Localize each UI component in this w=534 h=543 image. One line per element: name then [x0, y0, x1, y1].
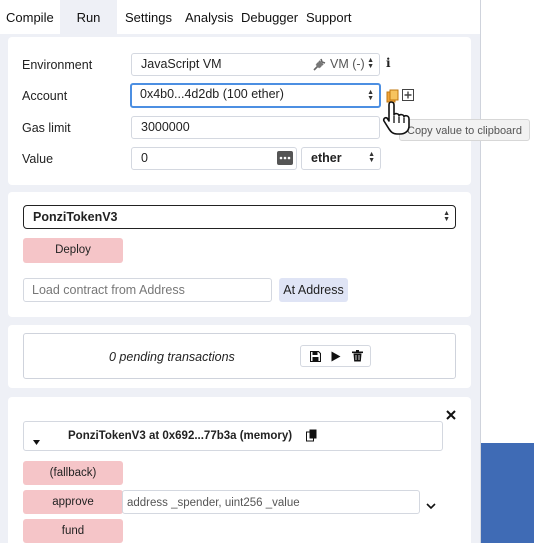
transactions-card: 0 pending transactions — [8, 325, 471, 388]
environment-label: Environment — [22, 58, 93, 72]
select-arrows-icon: ▲ ▼ — [367, 89, 374, 102]
select-arrows-icon: ▲ ▼ — [367, 57, 374, 70]
save-icon[interactable] — [309, 350, 322, 365]
fund-button[interactable]: fund — [23, 519, 123, 543]
gas-limit-label: Gas limit — [22, 121, 71, 135]
tab-support[interactable]: Support — [306, 0, 352, 34]
pending-transactions-text: 0 pending transactions — [109, 350, 235, 364]
select-arrows-icon: ▲ ▼ — [368, 151, 375, 164]
close-icon[interactable] — [446, 409, 456, 423]
gas-limit-input[interactable]: 3000000 — [131, 116, 380, 139]
load-address-input[interactable]: Load contract from Address — [23, 278, 272, 302]
dots-icon[interactable] — [277, 151, 293, 172]
approve-params-input[interactable]: address _spender, uint256 _value — [122, 490, 420, 514]
tab-debugger[interactable]: Debugger — [241, 0, 298, 34]
environment-select[interactable]: JavaScript VM VM (-) ▲ ▼ — [131, 53, 380, 76]
select-arrows-icon: ▲ ▼ — [443, 210, 450, 223]
tab-compile[interactable]: Compile — [0, 0, 60, 34]
approve-params-placeholder: address _spender, uint256 _value — [127, 497, 300, 509]
value-value: 0 — [141, 151, 148, 165]
contract-select[interactable]: PonziTokenV3 ▲ ▼ — [23, 205, 456, 229]
fallback-button[interactable]: (fallback) — [23, 461, 123, 485]
account-label: Account — [22, 89, 68, 103]
environment-value: JavaScript VM — [141, 57, 222, 71]
info-icon[interactable]: i — [386, 56, 391, 70]
tab-bar: Compile Run Settings Analysis Debugger S… — [0, 0, 480, 34]
chevron-down-icon[interactable] — [426, 499, 436, 513]
transaction-actions — [300, 345, 371, 367]
value-label: Value — [22, 152, 54, 166]
play-icon[interactable] — [331, 351, 341, 365]
copy-icon[interactable] — [306, 429, 318, 445]
plug-icon — [312, 58, 326, 79]
load-address-placeholder: Load contract from Address — [32, 283, 185, 297]
value-unit: ether — [311, 151, 342, 165]
tab-analysis[interactable]: Analysis — [185, 0, 233, 34]
account-value: 0x4b0...4d2db (100 ether) — [140, 87, 284, 101]
background-window — [480, 0, 534, 543]
desktop-background — [481, 443, 534, 543]
value-input[interactable]: 0 — [131, 147, 297, 170]
copy-tooltip: Copy value to clipboard — [399, 119, 530, 141]
value-unit-select[interactable]: ether ▲ ▼ — [301, 147, 381, 170]
contract-selected: PonziTokenV3 — [33, 210, 118, 224]
instance-header[interactable]: PonziTokenV3 at 0x692...77b3a (memory) — [23, 421, 443, 451]
account-select[interactable]: 0x4b0...4d2db (100 ether) ▲ ▼ — [130, 83, 381, 108]
tab-run[interactable]: Run — [60, 0, 117, 34]
tab-settings[interactable]: Settings — [125, 0, 172, 34]
caret-down-icon[interactable] — [33, 434, 40, 448]
hand-cursor-icon — [382, 100, 416, 139]
contract-card: PonziTokenV3 ▲ ▼ Deploy Load contract fro… — [8, 192, 471, 317]
environment-vm-status: VM (-) — [330, 57, 365, 71]
approve-button[interactable]: approve — [23, 490, 123, 514]
at-address-button[interactable]: At Address — [279, 278, 348, 302]
trash-icon[interactable] — [352, 350, 363, 365]
run-panel: Compile Run Settings Analysis Debugger S… — [0, 0, 480, 543]
transactions-box: 0 pending transactions — [23, 333, 456, 379]
deploy-button[interactable]: Deploy — [23, 238, 123, 263]
instance-title: PonziTokenV3 at 0x692...77b3a (memory) — [68, 430, 293, 442]
instance-card: PonziTokenV3 at 0x692...77b3a (memory) (… — [8, 397, 471, 543]
